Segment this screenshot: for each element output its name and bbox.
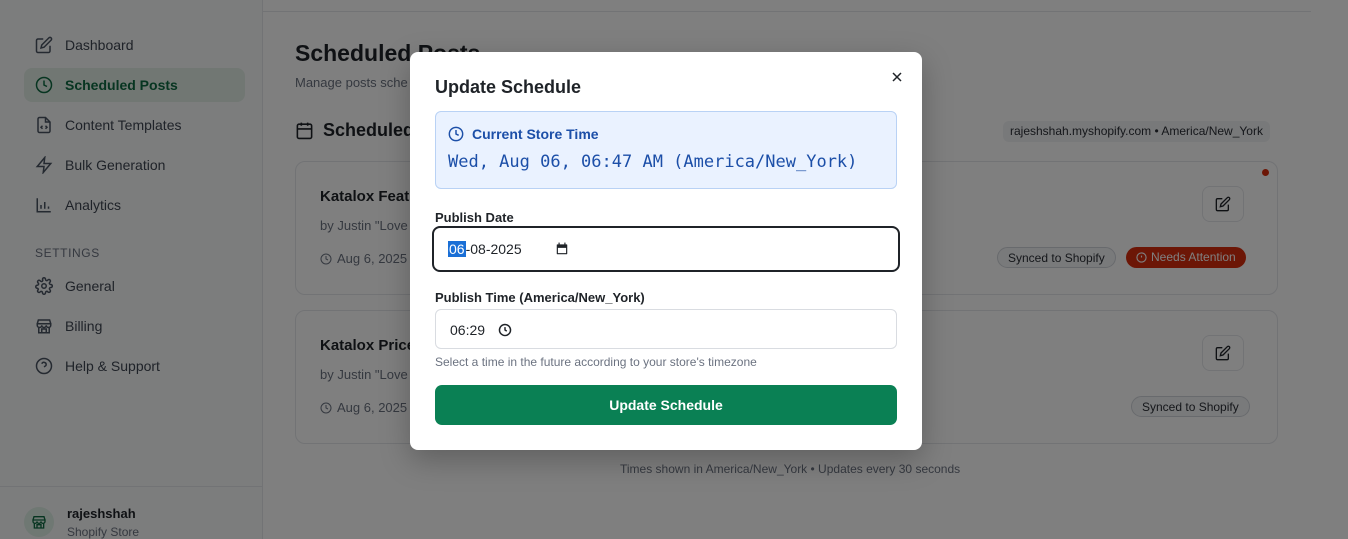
clock-icon (448, 126, 464, 142)
current-store-time-panel: Current Store Time Wed, Aug 06, 06:47 AM… (435, 111, 897, 189)
current-time-label-text: Current Store Time (472, 126, 599, 142)
date-rest-segment[interactable]: -08-2025 (466, 241, 522, 257)
current-time-label: Current Store Time (448, 126, 599, 142)
publish-date-label: Publish Date (435, 210, 514, 225)
publish-date-input[interactable]: 06-08-2025 (432, 226, 900, 272)
publish-time-label: Publish Time (America/New_York) (435, 290, 645, 305)
publish-time-value: 06:29 (450, 322, 486, 338)
time-picker-icon[interactable] (498, 323, 512, 337)
publish-time-help: Select a time in the future according to… (435, 355, 757, 369)
date-day-segment[interactable]: 06 (448, 241, 466, 257)
current-time-value: Wed, Aug 06, 06:47 AM (America/New_York) (448, 152, 858, 172)
publish-time-input[interactable]: 06:29 (435, 309, 897, 349)
calendar-picker-icon[interactable] (555, 242, 569, 256)
publish-date-value: 06-08-2025 (448, 241, 522, 257)
dialog-title: Update Schedule (435, 77, 582, 97)
update-schedule-button[interactable]: Update Schedule (435, 385, 897, 425)
update-schedule-dialog: Update Schedule Current Store Time Wed, … (410, 52, 922, 450)
close-button[interactable] (888, 68, 906, 86)
close-icon (892, 72, 902, 82)
